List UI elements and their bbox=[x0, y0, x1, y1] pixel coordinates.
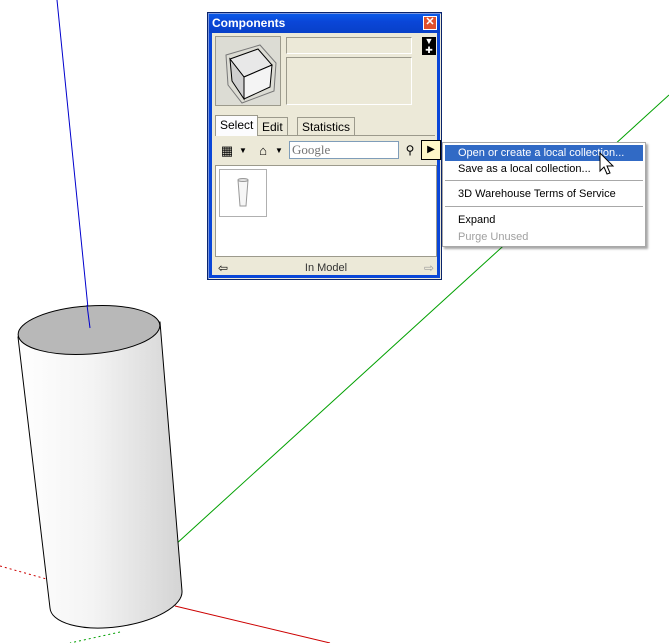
tab-statistics[interactable]: Statistics bbox=[297, 117, 356, 135]
component-list bbox=[215, 165, 437, 257]
view-options-button[interactable]: ▦ bbox=[216, 140, 238, 162]
menu-item-expand[interactable]: Expand bbox=[445, 212, 643, 228]
tab-edit[interactable]: Edit bbox=[257, 117, 288, 135]
mouse-pointer-icon bbox=[599, 152, 615, 175]
close-button[interactable]: ✕ bbox=[423, 16, 437, 30]
browse-toolbar: ▦ ▼ ⌂ ▼ ⚲ ▶ bbox=[214, 140, 441, 162]
navigation-dropdown[interactable]: ▼ bbox=[274, 140, 284, 162]
arrow-right-icon: ⇨ bbox=[423, 261, 435, 275]
window-title: Components bbox=[212, 16, 286, 30]
red-axis-dotted bbox=[0, 565, 51, 581]
menu-item-warehouse-terms[interactable]: 3D Warehouse Terms of Service bbox=[445, 186, 643, 202]
details-arrow-icon: ▶ bbox=[427, 144, 435, 155]
details-menu-button[interactable]: ▶ bbox=[421, 140, 441, 160]
plus-icon: ✚ bbox=[425, 45, 433, 55]
search-input[interactable] bbox=[289, 141, 399, 159]
forward-button[interactable]: ⇨ bbox=[421, 260, 437, 276]
component-name-field[interactable] bbox=[286, 37, 412, 54]
window-titlebar[interactable]: Components ✕ bbox=[209, 14, 440, 33]
menu-separator bbox=[445, 180, 643, 181]
glass-component-icon bbox=[237, 178, 249, 207]
red-axis bbox=[174, 605, 331, 643]
chevron-down-icon: ▼ bbox=[239, 146, 247, 155]
arrow-left-icon: ⇦ bbox=[217, 261, 229, 275]
grid-icon: ▦ bbox=[220, 143, 234, 158]
chevron-down-icon: ▼ bbox=[275, 146, 283, 155]
menu-item-purge-unused: Purge Unused bbox=[458, 231, 529, 243]
component-description-field[interactable] bbox=[286, 57, 412, 105]
home-icon: ⌂ bbox=[259, 143, 267, 158]
cylinder-body[interactable] bbox=[17, 321, 183, 629]
menu-separator bbox=[445, 206, 643, 207]
collection-footer: ⇦ In Model ⇨ bbox=[215, 259, 437, 277]
blue-axis bbox=[56, 0, 91, 329]
close-icon: ✕ bbox=[425, 16, 435, 28]
magnifier-icon: ⚲ bbox=[405, 143, 415, 157]
view-options-dropdown[interactable]: ▼ bbox=[238, 140, 248, 162]
display-secondary-pane-button[interactable]: ▼ ✚ bbox=[422, 37, 436, 55]
tab-strip: Select Edit Statistics bbox=[215, 115, 435, 136]
tab-select[interactable]: Select bbox=[215, 115, 259, 136]
back-button[interactable]: ⇦ bbox=[215, 260, 231, 276]
collection-name: In Model bbox=[304, 262, 348, 274]
component-preview-thumbnail bbox=[215, 36, 281, 106]
component-cube-icon bbox=[225, 44, 277, 104]
home-button[interactable]: ⌂ bbox=[252, 140, 274, 162]
components-panel: ▼ ✚ Select Edit Statistics ▦ ▼ ⌂ ▼ ⚲ ▶ bbox=[209, 33, 441, 278]
green-axis-dotted bbox=[69, 631, 121, 643]
components-window: Components ✕ ▼ ✚ Select Edit Statistics … bbox=[207, 12, 442, 280]
component-item[interactable] bbox=[219, 169, 267, 217]
search-button[interactable]: ⚲ bbox=[401, 141, 419, 159]
